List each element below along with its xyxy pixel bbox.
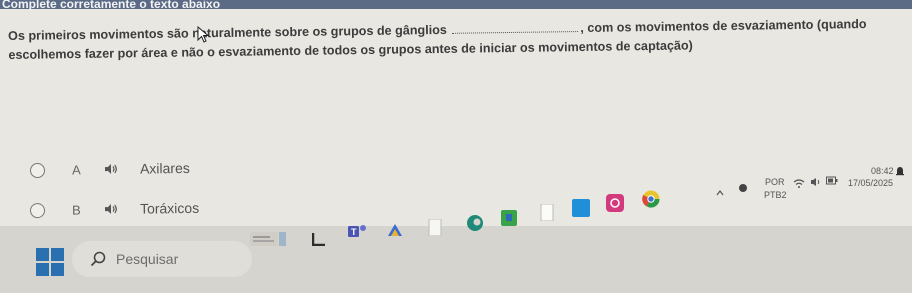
option-a[interactable]: A Axilares	[29, 158, 190, 180]
battery-icon[interactable]	[826, 176, 838, 185]
speaker-icon[interactable]	[104, 163, 118, 175]
option-a-label: Axilares	[139, 159, 190, 177]
notification-bell-icon[interactable]	[895, 166, 905, 177]
search-icon	[90, 251, 106, 267]
files-icon[interactable]	[540, 204, 554, 221]
volume-icon[interactable]	[810, 177, 822, 187]
taskbar-search-input[interactable]: Pesquisar	[72, 241, 252, 277]
windows-start-icon[interactable]	[36, 248, 64, 276]
option-b[interactable]: B Toráxicos	[29, 198, 200, 220]
chrome-icon[interactable]	[642, 190, 660, 208]
copilot-icon[interactable]	[386, 222, 404, 238]
option-a-letter: A	[71, 161, 81, 178]
clock-time[interactable]: 08:42	[871, 166, 894, 176]
clock-date[interactable]: 17/05/2025	[848, 178, 893, 188]
page-title: Complete corretamente o texto abaixo	[2, 0, 221, 11]
language-indicator[interactable]: POR	[765, 177, 785, 187]
radio-option-b[interactable]	[29, 202, 46, 218]
mouse-cursor-icon	[197, 26, 210, 43]
wifi-icon[interactable]	[793, 179, 805, 189]
teams-icon[interactable]: T	[348, 223, 368, 239]
answer-blank	[452, 20, 579, 34]
question-line-1-after: , com os movimentos de esvaziamento (qua…	[580, 17, 867, 36]
svg-text:T: T	[351, 227, 357, 237]
edge-icon[interactable]	[466, 214, 484, 232]
onedrive-icon[interactable]	[737, 183, 749, 193]
header-bar: Complete corretamente o texto abaixo	[0, 0, 912, 11]
option-b-label: Toráxicos	[139, 199, 200, 217]
file-explorer-icon[interactable]	[278, 232, 288, 246]
search-placeholder: Pesquisar	[116, 251, 179, 267]
weather-widget-icon[interactable]	[250, 232, 278, 246]
speaker-icon[interactable]	[104, 203, 118, 215]
chevron-up-icon[interactable]	[716, 190, 724, 196]
question-text: Os primeiros movimentos são naturalmente…	[8, 14, 908, 65]
radio-option-a[interactable]	[29, 162, 46, 178]
store-icon[interactable]	[500, 209, 518, 227]
keyboard-layout-indicator[interactable]: PTB2	[764, 190, 787, 200]
instagram-icon[interactable]	[606, 194, 624, 212]
mail-icon[interactable]	[572, 199, 590, 217]
option-b-letter: B	[71, 201, 81, 218]
notepad-icon[interactable]	[428, 219, 442, 236]
whatsapp-icon[interactable]	[312, 232, 326, 246]
